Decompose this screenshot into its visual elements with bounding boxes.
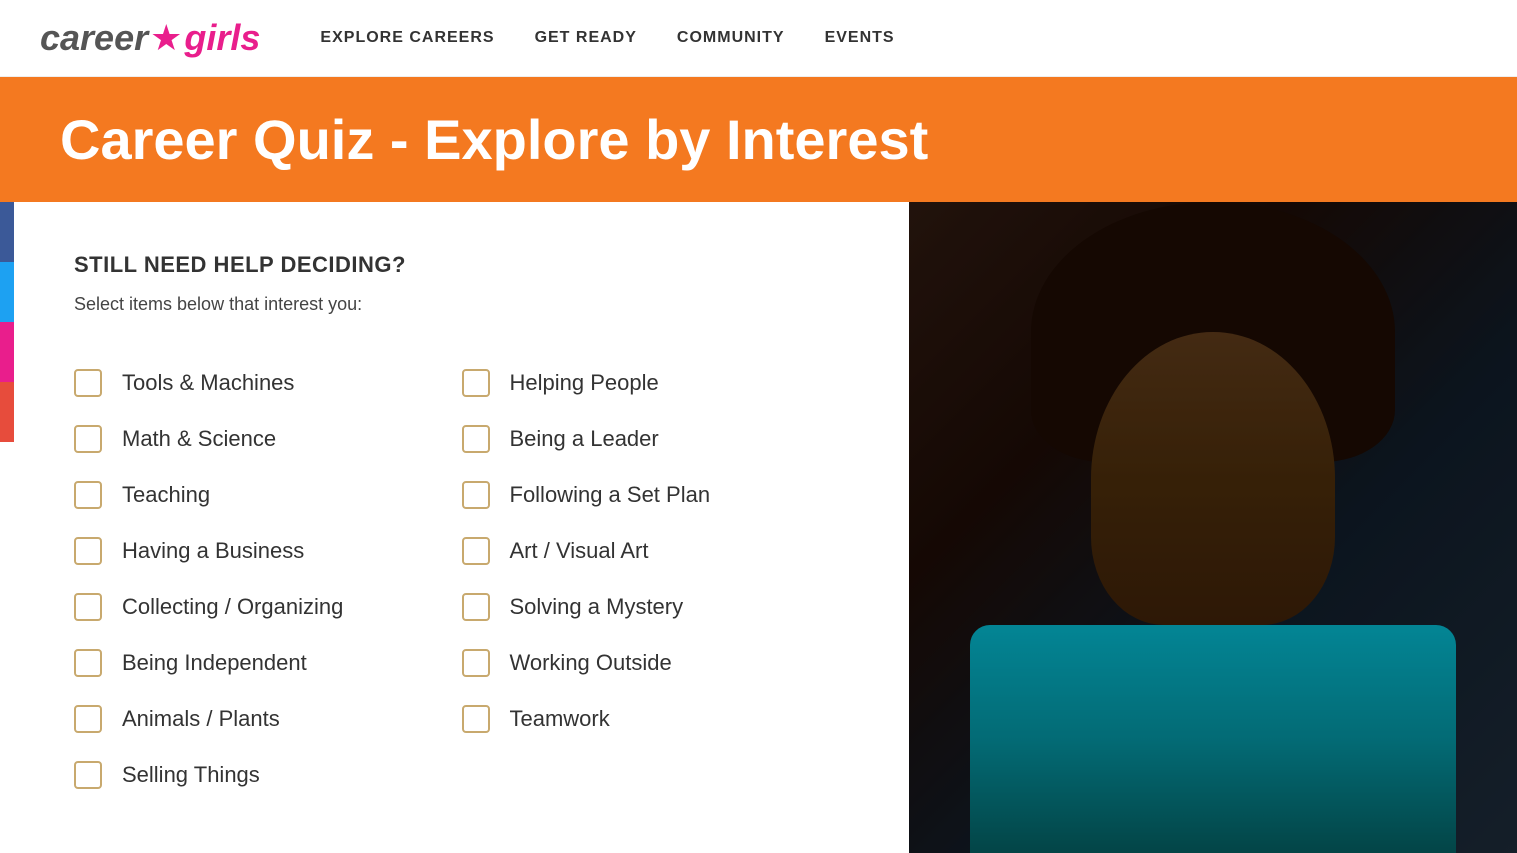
checkbox-label-helping: Helping People: [510, 370, 659, 396]
checkbox-label-collecting: Collecting / Organizing: [122, 594, 343, 620]
sidebar-colors: [0, 202, 14, 853]
site-header: career ★ girls EXPLORE CAREERS GET READY…: [0, 0, 1517, 77]
checkbox-box-mystery[interactable]: [462, 593, 490, 621]
checkbox-solving-mystery[interactable]: Solving a Mystery: [462, 579, 850, 635]
checkbox-box-helping[interactable]: [462, 369, 490, 397]
quiz-heading: STILL NEED HELP DECIDING?: [74, 252, 849, 278]
checkbox-grid: Tools & Machines Math & Science Teaching…: [74, 355, 849, 803]
checkbox-having-business[interactable]: Having a Business: [74, 523, 462, 579]
hero-image-panel: [909, 202, 1517, 853]
logo-girls-text: girls: [184, 17, 260, 59]
checkbox-selling-things[interactable]: Selling Things: [74, 747, 462, 803]
checkbox-collecting[interactable]: Collecting / Organizing: [74, 579, 462, 635]
sidebar-block-red: [0, 382, 14, 442]
checkbox-label-business: Having a Business: [122, 538, 304, 564]
logo-star-icon: ★: [150, 17, 182, 59]
checkbox-box-collecting[interactable]: [74, 593, 102, 621]
main-content: STILL NEED HELP DECIDING? Select items b…: [14, 202, 1517, 853]
sidebar-block-lightblue: [0, 262, 14, 322]
checkbox-col-left: Tools & Machines Math & Science Teaching…: [74, 355, 462, 803]
checkbox-label-selling: Selling Things: [122, 762, 260, 788]
checkbox-label-tools: Tools & Machines: [122, 370, 294, 396]
checkbox-box-teaching[interactable]: [74, 481, 102, 509]
checkbox-box-plan[interactable]: [462, 481, 490, 509]
checkbox-label-art: Art / Visual Art: [510, 538, 649, 564]
checkbox-label-animals: Animals / Plants: [122, 706, 280, 732]
logo-career-text: career: [40, 17, 148, 59]
sidebar-block-pink: [0, 322, 14, 382]
checkbox-col-right: Helping People Being a Leader Following …: [462, 355, 850, 803]
quiz-panel: STILL NEED HELP DECIDING? Select items b…: [14, 202, 909, 853]
checkbox-box-teamwork[interactable]: [462, 705, 490, 733]
sidebar-block-blue: [0, 202, 14, 262]
nav-community[interactable]: COMMUNITY: [677, 29, 785, 47]
checkbox-box-selling[interactable]: [74, 761, 102, 789]
checkbox-box-animals[interactable]: [74, 705, 102, 733]
site-logo[interactable]: career ★ girls: [40, 17, 260, 59]
banner-title: Career Quiz - Explore by Interest: [60, 107, 928, 172]
checkbox-teaching[interactable]: Teaching: [74, 467, 462, 523]
checkbox-label-outside: Working Outside: [510, 650, 672, 676]
checkbox-label-mystery: Solving a Mystery: [510, 594, 684, 620]
checkbox-helping-people[interactable]: Helping People: [462, 355, 850, 411]
hero-image-bg: [909, 202, 1517, 853]
checkbox-following-plan[interactable]: Following a Set Plan: [462, 467, 850, 523]
checkbox-being-leader[interactable]: Being a Leader: [462, 411, 850, 467]
checkbox-art-visual[interactable]: Art / Visual Art: [462, 523, 850, 579]
checkbox-label-leader: Being a Leader: [510, 426, 659, 452]
checkbox-label-math: Math & Science: [122, 426, 276, 452]
checkbox-animals-plants[interactable]: Animals / Plants: [74, 691, 462, 747]
checkbox-box-outside[interactable]: [462, 649, 490, 677]
quiz-banner: Career Quiz - Explore by Interest: [0, 77, 1517, 202]
checkbox-box-math[interactable]: [74, 425, 102, 453]
checkbox-box-tools[interactable]: [74, 369, 102, 397]
nav-explore-careers[interactable]: EXPLORE CAREERS: [320, 29, 494, 47]
checkbox-box-business[interactable]: [74, 537, 102, 565]
checkbox-box-leader[interactable]: [462, 425, 490, 453]
checkbox-label-teaching: Teaching: [122, 482, 210, 508]
checkbox-box-independent[interactable]: [74, 649, 102, 677]
checkbox-box-art[interactable]: [462, 537, 490, 565]
checkbox-working-outside[interactable]: Working Outside: [462, 635, 850, 691]
checkbox-being-independent[interactable]: Being Independent: [74, 635, 462, 691]
nav-events[interactable]: EVENTS: [825, 29, 895, 47]
quiz-subtitle: Select items below that interest you:: [74, 294, 849, 315]
checkbox-label-teamwork: Teamwork: [510, 706, 610, 732]
checkbox-tools-machines[interactable]: Tools & Machines: [74, 355, 462, 411]
photo-overlay: [909, 202, 1517, 853]
page-body: STILL NEED HELP DECIDING? Select items b…: [0, 202, 1517, 853]
checkbox-label-independent: Being Independent: [122, 650, 307, 676]
checkbox-math-science[interactable]: Math & Science: [74, 411, 462, 467]
checkbox-teamwork[interactable]: Teamwork: [462, 691, 850, 747]
main-nav: EXPLORE CAREERS GET READY COMMUNITY EVEN…: [320, 29, 894, 47]
nav-get-ready[interactable]: GET READY: [535, 29, 637, 47]
checkbox-label-plan: Following a Set Plan: [510, 482, 711, 508]
